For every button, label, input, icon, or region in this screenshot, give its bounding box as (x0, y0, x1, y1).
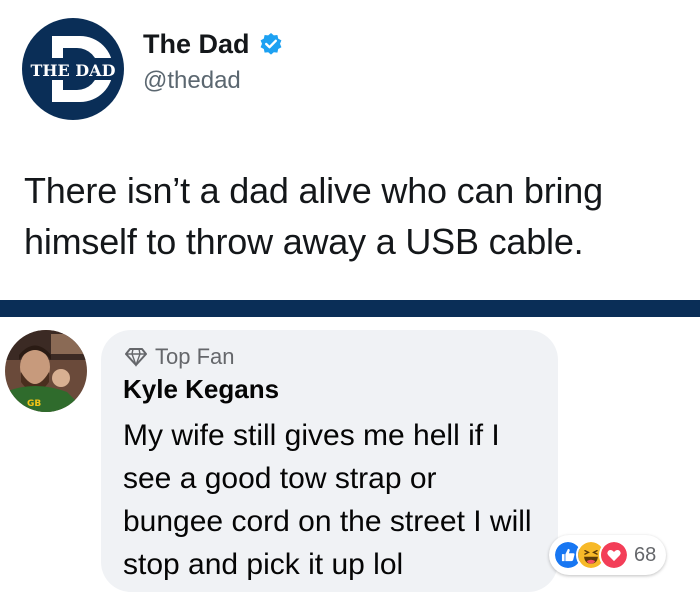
diamond-icon (125, 348, 147, 367)
top-fan-badge: Top Fan (125, 344, 235, 370)
handle[interactable]: @thedad (143, 64, 283, 98)
reaction-count: 68 (634, 543, 657, 566)
tweet-card: THE DAD The Dad @thedad There isn’t a da… (0, 0, 700, 298)
tweet-text: There isn’t a dad alive who can bring hi… (24, 170, 603, 262)
section-divider (0, 300, 700, 317)
verified-badge-icon (260, 33, 281, 55)
top-fan-label: Top Fan (155, 344, 235, 369)
comment-bubble: Top Fan Kyle Kegans My wife still gives … (101, 330, 558, 592)
display-name[interactable]: The Dad (143, 28, 250, 60)
tweet-author: The Dad @thedad (143, 28, 283, 98)
reactions-summary[interactable]: 68 (549, 535, 667, 575)
commenter-avatar[interactable]: GB (5, 330, 87, 412)
love-icon (599, 540, 629, 570)
the-dad-logo-avatar[interactable]: THE DAD (22, 18, 124, 120)
comment-text: My wife still gives me hell if I see a g… (123, 419, 532, 581)
comment-author-name[interactable]: Kyle Kegans (123, 374, 279, 405)
svg-text:GB: GB (27, 399, 41, 409)
logo-text: THE DAD (31, 61, 116, 80)
